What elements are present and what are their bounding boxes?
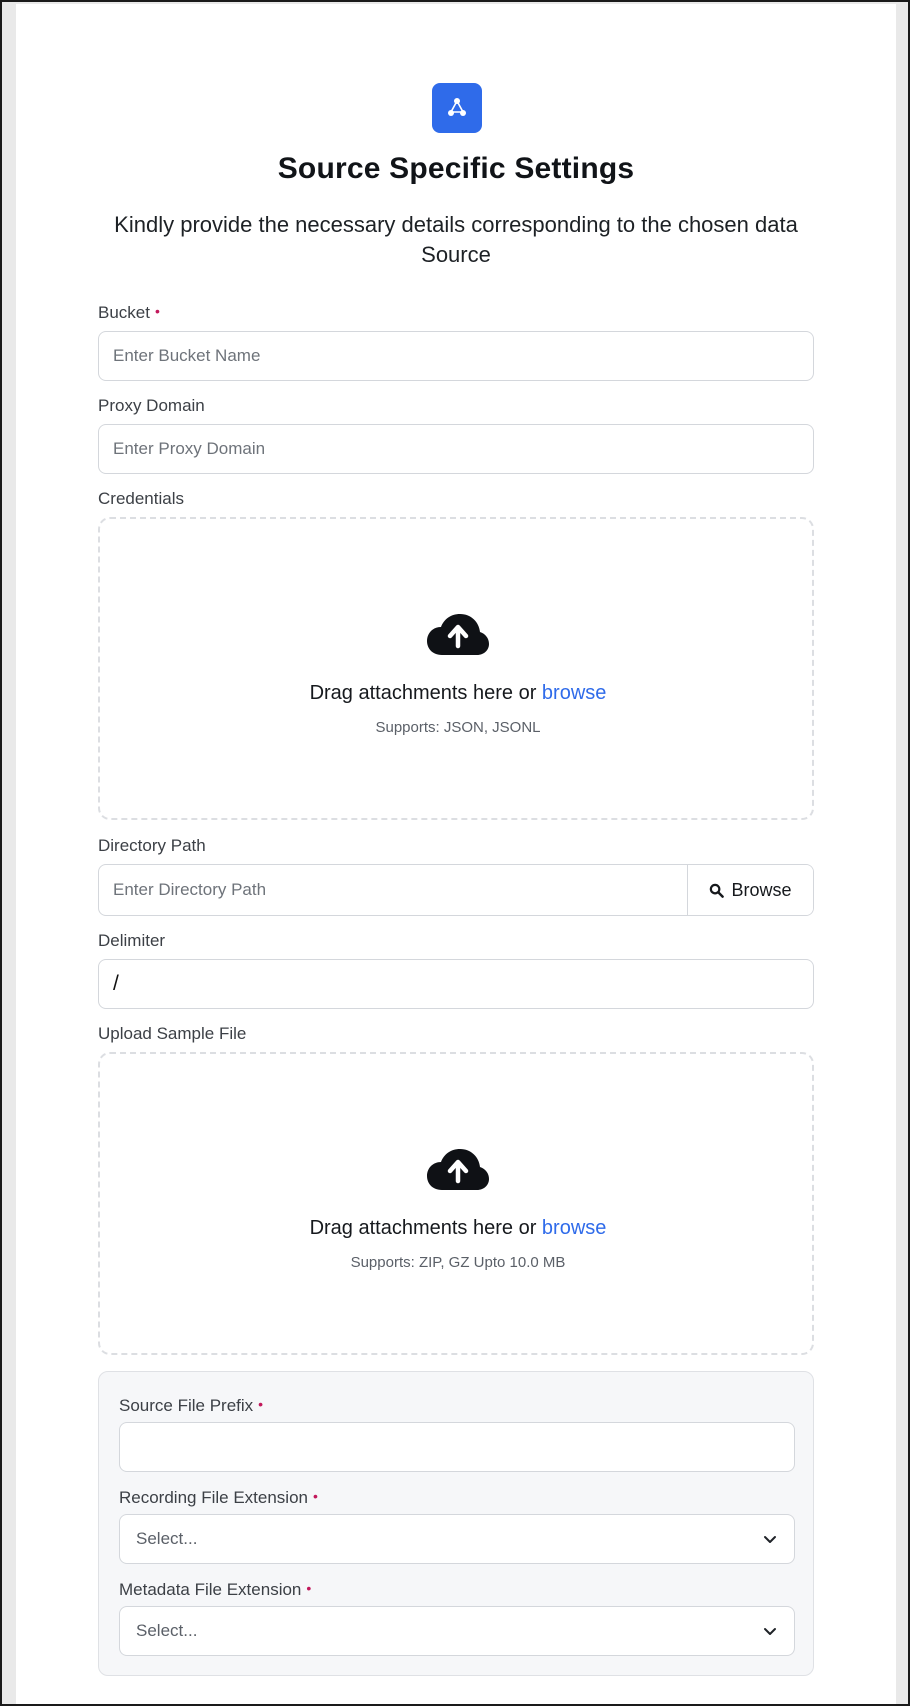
share-nodes-icon — [432, 83, 482, 133]
cloud-upload-icon — [427, 614, 489, 655]
cloud-upload-icon — [427, 1149, 489, 1190]
required-indicator: • — [258, 1396, 264, 1412]
search-icon — [710, 883, 725, 898]
directory-path-input[interactable] — [99, 865, 687, 915]
bucket-input[interactable] — [98, 331, 814, 381]
bucket-label-text: Bucket — [98, 303, 150, 322]
sample-file-browse-link[interactable]: browse — [542, 1217, 606, 1239]
bucket-label: Bucket • — [98, 303, 160, 323]
upload-sample-file-label: Upload Sample File — [98, 1024, 247, 1043]
drag-instruction: Drag attachments here or — [309, 682, 537, 704]
sample-file-supported-formats: Supports: ZIP, GZ Upto 10.0 MB — [350, 1254, 566, 1271]
directory-path-label: Directory Path — [98, 836, 206, 855]
recording-file-extension-value: Select... — [136, 1529, 198, 1548]
sample-file-drag-text: Drag attachments here or browse — [100, 1217, 816, 1240]
source-file-prefix-label: Source File Prefix • — [119, 1396, 263, 1416]
metadata-file-extension-select[interactable]: Select... — [119, 1606, 795, 1656]
required-indicator: • — [312, 1488, 318, 1504]
proxy-domain-input[interactable] — [98, 424, 814, 474]
required-indicator: • — [306, 1580, 312, 1596]
credentials-dropzone[interactable]: Drag attachments here or browse Supports… — [98, 517, 814, 820]
browse-button-label: Browse — [731, 879, 792, 900]
chevron-down-icon — [764, 1536, 776, 1543]
browse-directory-button[interactable]: Browse — [687, 865, 813, 915]
source-file-prefix-input[interactable] — [119, 1422, 795, 1472]
delimiter-label: Delimiter — [98, 931, 166, 950]
proxy-domain-label: Proxy Domain — [98, 396, 205, 415]
drag-instruction: Drag attachments here or — [309, 1217, 537, 1239]
credentials-supported-formats: Supports: JSON, JSONL — [375, 719, 541, 736]
metadata-file-extension-label-text: Metadata File Extension — [119, 1580, 302, 1599]
directory-path-group: Browse — [98, 864, 814, 916]
sample-file-dropzone[interactable]: Drag attachments here or browse Supports… — [98, 1052, 814, 1355]
page-title: Source Specific Settings — [277, 152, 635, 185]
metadata-file-extension-label: Metadata File Extension • — [119, 1580, 311, 1600]
credentials-drag-text: Drag attachments here or browse — [100, 682, 816, 705]
metadata-file-extension-value: Select... — [136, 1621, 198, 1640]
window-frame: Source Specific Settings Kindly provide … — [0, 0, 910, 1706]
page-subtitle: Kindly provide the necessary details cor… — [114, 212, 798, 267]
delimiter-input[interactable] — [98, 959, 814, 1009]
file-settings-group: Source File Prefix • Recording File Exten… — [98, 1371, 814, 1676]
credentials-label: Credentials — [98, 489, 184, 508]
required-indicator: • — [154, 303, 160, 319]
recording-file-extension-select[interactable]: Select... — [119, 1514, 795, 1564]
recording-file-extension-label-text: Recording File Extension — [119, 1488, 308, 1507]
chevron-down-icon — [764, 1628, 776, 1635]
credentials-browse-link[interactable]: browse — [542, 682, 606, 704]
settings-panel: Source Specific Settings Kindly provide … — [16, 4, 896, 1704]
source-file-prefix-label-text: Source File Prefix — [119, 1396, 254, 1415]
recording-file-extension-label: Recording File Extension • — [119, 1488, 318, 1508]
